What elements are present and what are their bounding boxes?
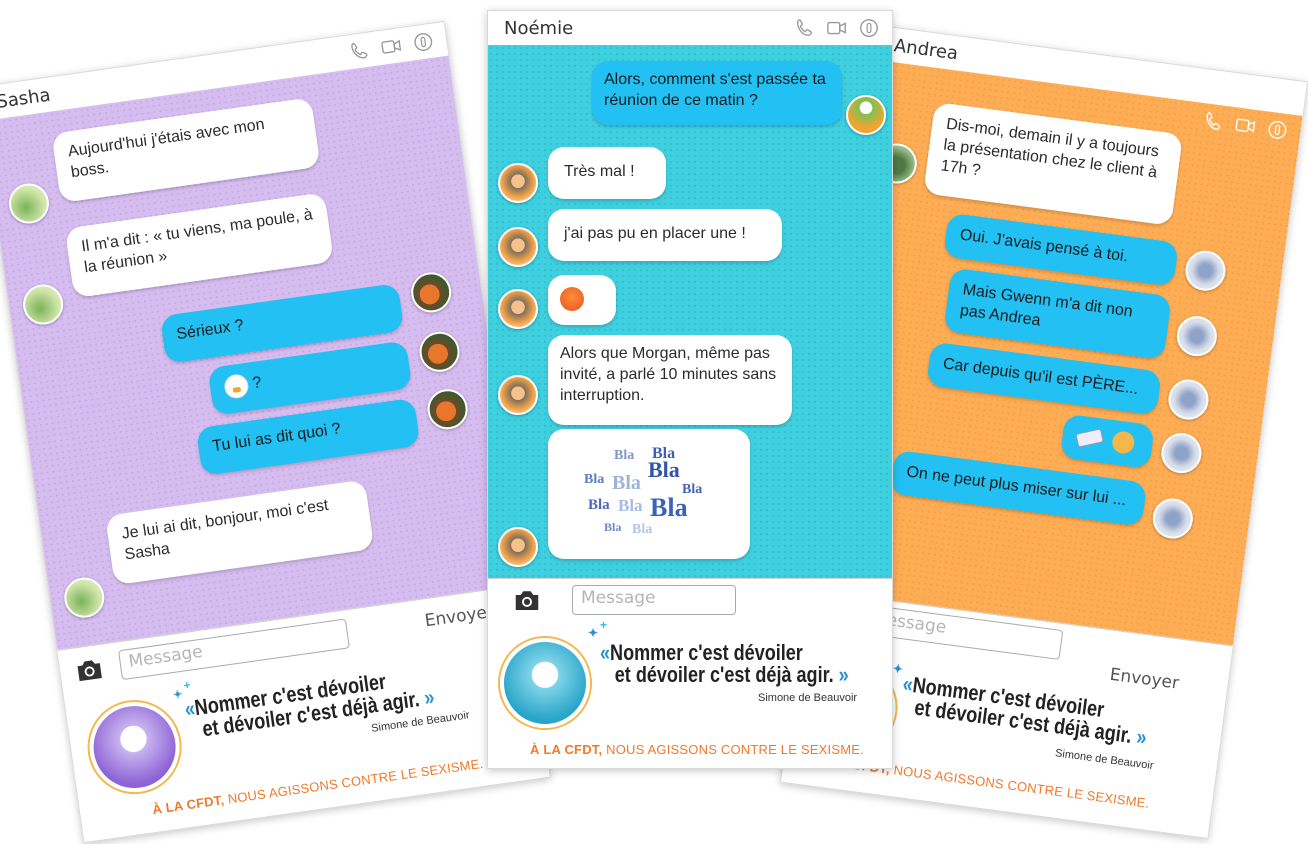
chat-card-sasha: Sasha Aujourd'hui j'étais avec mon boss.… bbox=[0, 20, 551, 844]
message-bubble: Je lui ai dit, bonjour, moi c'est Sasha bbox=[105, 479, 375, 586]
contact-name: Andrea bbox=[892, 35, 960, 65]
contact-name: Noémie bbox=[504, 18, 574, 39]
sparkle-icon: + bbox=[600, 618, 608, 632]
info-icon[interactable] bbox=[411, 30, 436, 55]
chat-header: Noémie bbox=[488, 11, 892, 46]
phone-icon[interactable] bbox=[347, 39, 372, 64]
message-bubble bbox=[1059, 413, 1155, 470]
message-bubble: Dis-moi, demain il y a toujours la prése… bbox=[923, 101, 1184, 226]
user-avatar bbox=[1174, 313, 1220, 359]
user-avatar bbox=[1158, 430, 1204, 476]
contact-avatar bbox=[498, 289, 538, 329]
video-icon[interactable] bbox=[379, 34, 404, 59]
campaign-footer: ✦ + «Nommer c'est dévoiler et dévoiler c… bbox=[488, 618, 892, 768]
contact-avatar bbox=[61, 575, 107, 621]
contact-avatar bbox=[6, 180, 52, 227]
contact-avatar bbox=[498, 227, 538, 267]
angry-emoji-icon bbox=[560, 287, 584, 311]
user-avatar bbox=[1166, 377, 1211, 423]
video-icon[interactable] bbox=[826, 17, 848, 39]
user-avatar bbox=[1150, 496, 1196, 541]
chat-card-noemie: Noémie Alors, comment s'est passée ta ré… bbox=[487, 10, 893, 769]
chat-area: Aujourd'hui j'étais avec mon boss. Il m'… bbox=[0, 55, 523, 650]
message-bubble: Aujourd'hui j'étais avec mon boss. bbox=[51, 97, 321, 204]
message-input-bar: Message bbox=[488, 578, 892, 622]
message-bubble: Alors, comment s'est passée ta réunion d… bbox=[592, 61, 842, 125]
message-bubble: Il m'a dit : « tu viens, ma poule, à la … bbox=[64, 192, 334, 299]
quote-author: Simone de Beauvoir bbox=[758, 692, 858, 704]
message-input[interactable]: Message bbox=[572, 585, 736, 615]
message-bubble: j'ai pas pu en placer une ! bbox=[548, 209, 782, 261]
user-avatar bbox=[416, 329, 463, 375]
phone-icon[interactable] bbox=[1202, 109, 1227, 134]
send-button[interactable]: Envoyer bbox=[424, 602, 496, 631]
contact-name: Sasha bbox=[0, 84, 52, 113]
emoji-icon bbox=[222, 372, 250, 400]
sparkle-icon: + bbox=[182, 677, 192, 693]
emoji-icon bbox=[1111, 430, 1137, 455]
contact-avatar bbox=[498, 527, 538, 567]
video-icon[interactable] bbox=[1233, 113, 1258, 138]
word-cloud-image: Bla Bla Bla Bla Bla Bla Bla Bla Bla Bla … bbox=[584, 445, 703, 537]
chat-area: Alors, comment s'est passée ta réunion d… bbox=[488, 45, 892, 578]
info-icon[interactable] bbox=[858, 17, 880, 39]
sparkle-icon: ✦ bbox=[891, 661, 904, 677]
user-avatar bbox=[1182, 248, 1228, 294]
sparkle-icon: ✦ bbox=[171, 686, 184, 703]
contact-avatar bbox=[498, 375, 538, 415]
contact-avatar bbox=[498, 163, 538, 203]
emoji-icon bbox=[1075, 428, 1104, 448]
quote-text: «Nommer c'est dévoiler et dévoiler c'est… bbox=[600, 640, 849, 687]
user-avatar bbox=[408, 269, 454, 315]
portrait-image bbox=[83, 696, 186, 798]
message-bubble: Très mal ! bbox=[548, 147, 666, 199]
campaign-slogan: À LA CFDT, NOUS AGISSONS CONTRE LE SEXIS… bbox=[151, 755, 485, 818]
camera-icon[interactable] bbox=[72, 653, 106, 687]
campaign-slogan: À LA CFDT, NOUS AGISSONS CONTRE LE SEXIS… bbox=[530, 742, 864, 757]
sparkle-icon: ✦ bbox=[588, 626, 599, 640]
message-bubble bbox=[548, 275, 616, 325]
phone-icon[interactable] bbox=[794, 17, 816, 39]
portrait-image bbox=[500, 638, 590, 728]
info-icon[interactable] bbox=[1265, 118, 1290, 143]
user-avatar bbox=[425, 386, 471, 432]
quote-author: Simone de Beauvoir bbox=[1054, 747, 1155, 773]
contact-avatar bbox=[20, 281, 66, 328]
send-button[interactable]: Envoyer bbox=[1109, 665, 1181, 694]
user-avatar bbox=[846, 95, 886, 135]
word-cloud-bubble: Bla Bla Bla Bla Bla Bla Bla Bla Bla Bla … bbox=[548, 429, 750, 559]
camera-icon[interactable] bbox=[512, 585, 542, 615]
message-bubble: Alors que Morgan, même pas invité, a par… bbox=[548, 335, 792, 425]
